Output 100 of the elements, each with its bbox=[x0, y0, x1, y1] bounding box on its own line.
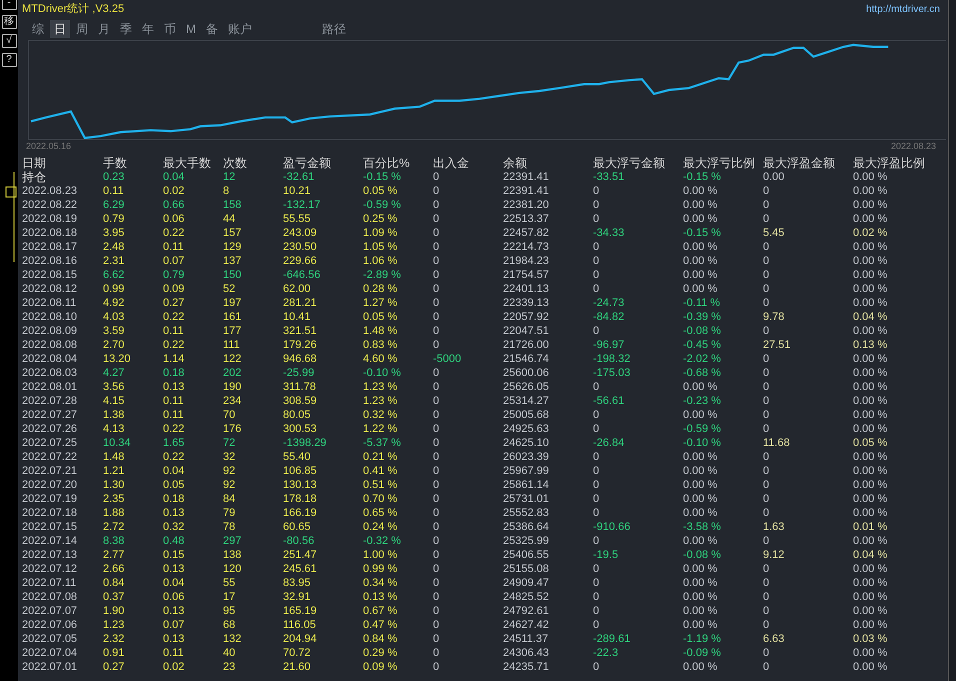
table-cell-text: 0 bbox=[763, 240, 770, 254]
table-cell-text: 0 bbox=[593, 254, 600, 268]
table-cell-text: 0.04 bbox=[163, 170, 186, 184]
table-cell-text: 0.11 bbox=[163, 240, 185, 254]
table-cell-text: 0.84 % bbox=[363, 632, 398, 646]
tool-button[interactable]: - bbox=[2, 0, 16, 10]
table-cell-text: 2022.07.26 bbox=[22, 422, 78, 436]
table-cell-text: 2022.07.07 bbox=[22, 604, 78, 618]
tab[interactable]: 日 bbox=[50, 20, 70, 38]
table-cell-text: 11.68 bbox=[763, 436, 791, 450]
table-cell-text: 0.70 % bbox=[363, 492, 398, 506]
table-cell-text: 23 bbox=[223, 660, 236, 674]
table-cell-text: 32 bbox=[223, 450, 236, 464]
table-cell-text: 0 bbox=[763, 184, 770, 198]
tab[interactable]: 月 bbox=[94, 20, 114, 38]
table-cell-text: 10.41 bbox=[283, 310, 312, 324]
table-cell-text: 0.00 % bbox=[683, 618, 718, 632]
table-cell-text: 0.04 % bbox=[853, 548, 888, 562]
table-cell-text: 0 bbox=[433, 618, 440, 632]
tab[interactable]: 路径 bbox=[318, 20, 350, 38]
tab[interactable]: M bbox=[182, 20, 200, 38]
tool-button[interactable]: ? bbox=[2, 53, 16, 67]
table-cell-text: 25600.06 bbox=[503, 366, 550, 380]
table-cell-text: 2022.07.20 bbox=[22, 478, 78, 492]
table-cell-text: 2022.08.08 bbox=[22, 338, 78, 352]
table-cell-text: 0.24 % bbox=[363, 520, 398, 534]
table-cell-text: 0 bbox=[593, 240, 600, 254]
table-cell-text: 0.00 % bbox=[683, 380, 718, 394]
table-cell-text: 40 bbox=[223, 646, 236, 660]
table-cell-text: -0.68 % bbox=[683, 366, 722, 380]
table-cell-text: 0 bbox=[433, 198, 440, 212]
tab[interactable]: 账户 bbox=[224, 20, 256, 38]
table-cell-text: 0.00 % bbox=[683, 254, 718, 268]
table-cell-text: -1398.29 bbox=[283, 436, 328, 450]
table-cell-text: 137 bbox=[223, 254, 242, 268]
table-cell-text: 0.04 % bbox=[853, 310, 888, 324]
table-cell-text: 2022.08.04 bbox=[22, 352, 78, 366]
table-cell-text: 0 bbox=[433, 436, 440, 450]
table-cell-text: -33.51 bbox=[593, 170, 626, 184]
table-cell-text: 0.13 bbox=[163, 562, 186, 576]
table-cell-text: -1.19 % bbox=[683, 632, 722, 646]
table-cell-text: 0.15 bbox=[163, 548, 186, 562]
table-cell-text: -910.66 bbox=[593, 520, 632, 534]
column-header: 次数 bbox=[223, 156, 248, 170]
table-cell-text: 0 bbox=[433, 660, 440, 674]
tab[interactable]: 备 bbox=[202, 20, 222, 38]
table-cell-text: 165.19 bbox=[283, 604, 318, 618]
table-cell-text: 0.00 % bbox=[683, 590, 718, 604]
table-cell-text: 0 bbox=[433, 282, 440, 296]
table-cell-text: 0 bbox=[763, 380, 770, 394]
table-cell-text: 0 bbox=[763, 590, 770, 604]
tab[interactable]: 周 bbox=[72, 20, 92, 38]
table-cell-text: 1.23 % bbox=[363, 380, 398, 394]
table-cell-text: 0 bbox=[763, 660, 770, 674]
table-cell-text: 281.21 bbox=[283, 296, 318, 310]
table-cell-text: 243.09 bbox=[283, 226, 318, 240]
table-cell-text: 0.00 % bbox=[683, 660, 718, 674]
table-cell-text: -0.10 % bbox=[363, 366, 402, 380]
table-cell-text: 0 bbox=[763, 282, 770, 296]
table-cell-text: 55 bbox=[223, 576, 236, 590]
tab[interactable]: 年 bbox=[138, 20, 158, 38]
column-header: 出入金 bbox=[433, 156, 470, 170]
table-cell-text: 24627.42 bbox=[503, 618, 550, 632]
table-cell-text: 177 bbox=[223, 324, 242, 338]
table-cell-text: 2022.07.01 bbox=[22, 660, 78, 674]
website-link[interactable]: http://mtdriver.cn bbox=[866, 2, 948, 16]
table-cell-text: 229.66 bbox=[283, 254, 318, 268]
table-cell-text: -25.99 bbox=[283, 366, 316, 380]
table-cell-text: 0.32 bbox=[163, 520, 186, 534]
table-cell-text: 0.07 bbox=[163, 618, 186, 632]
tab[interactable]: 综 bbox=[28, 20, 48, 38]
table-cell-text: 10.34 bbox=[103, 436, 132, 450]
table-cell-text: 0 bbox=[593, 422, 600, 436]
table-cell-text: 2022.07.18 bbox=[22, 506, 78, 520]
table-cell-text: 0.00 % bbox=[853, 198, 888, 212]
table-cell-text: 0.27 bbox=[163, 296, 186, 310]
table-cell-text: 0.00 % bbox=[853, 464, 888, 478]
tool-button[interactable]: √ bbox=[2, 34, 16, 48]
table-cell-text: 25731.01 bbox=[503, 492, 550, 506]
table-cell-text: 0.11 bbox=[163, 394, 185, 408]
table-cell-text: 0 bbox=[593, 660, 600, 674]
table-cell-text: 24625.10 bbox=[503, 436, 550, 450]
table-cell-text: 13.20 bbox=[103, 352, 132, 366]
table-cell-text: 0.00 % bbox=[853, 422, 888, 436]
table-cell-text: 2022.07.21 bbox=[22, 464, 78, 478]
tool-button[interactable]: 移 bbox=[2, 15, 16, 29]
table-cell-text: 0.00 % bbox=[853, 380, 888, 394]
table-cell-text: 92 bbox=[223, 464, 236, 478]
table-cell-text: -2.02 % bbox=[683, 352, 722, 366]
table-cell-text: 0 bbox=[433, 520, 440, 534]
table-cell-text: 0.05 % bbox=[363, 184, 398, 198]
table-cell-text: 0.13 bbox=[163, 604, 186, 618]
table-cell-text: 300.53 bbox=[283, 422, 318, 436]
tab[interactable]: 币 bbox=[160, 20, 180, 38]
table-cell-text: 0.00 % bbox=[853, 170, 888, 184]
table-cell-text: 0 bbox=[433, 590, 440, 604]
table-cell-text: -0.32 % bbox=[363, 534, 402, 548]
table-cell-text: 25967.99 bbox=[503, 464, 550, 478]
table-cell-text: 0.00 % bbox=[853, 352, 888, 366]
tab[interactable]: 季 bbox=[116, 20, 136, 38]
